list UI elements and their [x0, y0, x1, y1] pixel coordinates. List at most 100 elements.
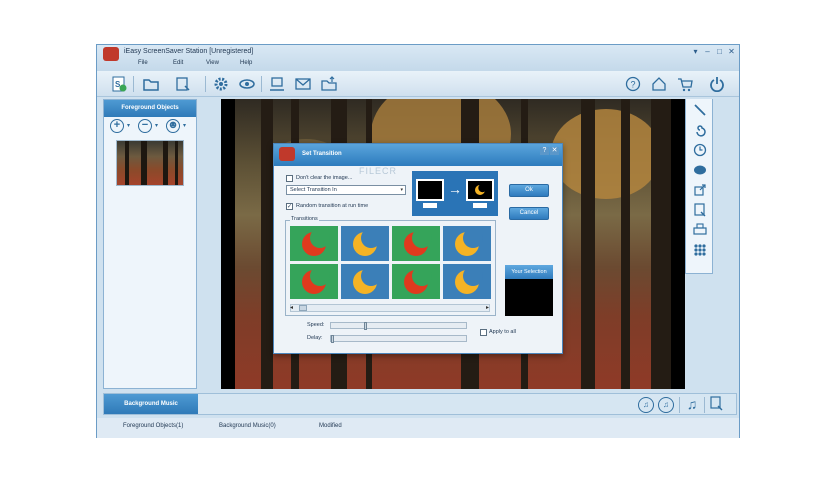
canvas-right-border — [671, 99, 685, 389]
home-icon[interactable] — [649, 74, 669, 94]
minimize-button[interactable]: – — [703, 47, 712, 56]
menu-help[interactable]: Help — [240, 60, 252, 66]
moon-icon — [404, 228, 432, 256]
title-bar: iEasy ScreenSaver Station [Unregistered]… — [97, 45, 739, 71]
save-frame-icon[interactable] — [691, 203, 709, 219]
music-note-icon[interactable]: ♫ — [684, 395, 700, 413]
moon-icon — [455, 266, 483, 294]
random-transition-checkbox[interactable]: ✓ — [286, 203, 293, 210]
email-icon[interactable] — [293, 74, 313, 94]
toolbar-separator — [133, 76, 134, 92]
music-add-icon[interactable]: ♫ — [638, 397, 654, 413]
chevron-down-icon[interactable]: ▾ — [127, 122, 130, 129]
dialog-title: Set Transition — [302, 151, 342, 157]
cancel-button[interactable]: Cancel — [509, 207, 549, 220]
foreground-objects-panel: Foreground Objects + ▾ − ▾ ☻ ▾ — [103, 99, 197, 389]
monitor-before-icon — [416, 179, 444, 201]
remove-object-icon[interactable]: − — [138, 119, 152, 133]
toolbar-separator — [704, 397, 705, 413]
delay-slider-thumb[interactable] — [331, 335, 334, 343]
close-button[interactable]: ✕ — [727, 47, 736, 56]
scrollbar-thumb[interactable] — [299, 305, 307, 311]
transition-preview: → — [412, 171, 498, 216]
speed-slider-thumb[interactable] — [364, 322, 367, 330]
chevron-down-icon[interactable]: ▾ — [155, 122, 158, 129]
transitions-scrollbar[interactable]: ◂ ▸ — [290, 304, 490, 312]
status-foreground-count: Foreground Objects(1) — [123, 423, 184, 429]
swirl-icon[interactable] — [691, 123, 709, 139]
apply-to-all-checkbox[interactable] — [480, 329, 487, 336]
apply-to-all-label: Apply to all — [489, 329, 516, 335]
foreground-tools: + ▾ − ▾ ☻ ▾ — [104, 117, 196, 135]
print-icon[interactable] — [691, 223, 709, 239]
transition-tile[interactable] — [392, 264, 440, 299]
monitor-after-icon — [466, 179, 494, 201]
transition-type-value: Select Transition In — [290, 187, 337, 193]
transition-tile[interactable] — [341, 226, 389, 261]
menu-edit[interactable]: Edit — [173, 60, 183, 66]
transition-tile[interactable] — [290, 226, 338, 261]
dont-clear-checkbox[interactable] — [286, 175, 293, 182]
status-music-count: Background Music(0) — [219, 423, 276, 429]
toolbar-separator — [261, 76, 262, 92]
delay-label: Delay: — [307, 335, 323, 341]
music-export-icon[interactable] — [709, 396, 725, 412]
open-folder-icon[interactable] — [141, 74, 161, 94]
power-icon[interactable] — [707, 74, 727, 94]
window-dropdown-button[interactable]: ▾ — [691, 47, 700, 56]
preview-eye-icon[interactable] — [237, 74, 257, 94]
save-icon[interactable] — [173, 74, 193, 94]
person-icon[interactable]: ☻ — [166, 119, 180, 133]
monitor-stand — [423, 203, 437, 208]
settings-gear-icon[interactable] — [211, 74, 231, 94]
music-remove-icon[interactable]: ♫ — [658, 397, 674, 413]
resize-icon[interactable] — [691, 183, 709, 199]
dont-clear-label: Don't clear the image... — [296, 175, 353, 181]
transition-tile[interactable] — [392, 226, 440, 261]
dialog-help-button[interactable]: ? — [540, 147, 549, 155]
dialog-title-bar: Set Transition ? ✕ — [274, 144, 562, 166]
transitions-group: Transitions ◂ ▸ — [285, 216, 496, 316]
random-transition-label: Random transition at run time — [296, 203, 369, 209]
set-transition-dialog: Set Transition ? ✕ FILECR Don't clear th… — [273, 143, 563, 354]
transition-tile[interactable] — [341, 264, 389, 299]
scroll-left-icon[interactable]: ◂ — [290, 304, 293, 311]
foreground-object-thumbnail[interactable] — [116, 140, 184, 186]
background-music-bar: Background Music ♫ ♫ ♫ — [103, 393, 737, 415]
maximize-button[interactable]: □ — [715, 47, 724, 56]
app-logo-icon — [279, 147, 295, 161]
your-selection-header: Your Selection — [505, 265, 553, 279]
add-object-icon[interactable]: + — [110, 119, 124, 133]
transition-type-select[interactable]: Select Transition In ▾ — [286, 185, 406, 195]
clock-icon[interactable] — [691, 143, 709, 159]
delay-slider[interactable] — [330, 335, 467, 343]
line-icon[interactable] — [691, 103, 709, 119]
speed-slider[interactable] — [330, 322, 467, 330]
grid-dots-icon[interactable] — [691, 243, 709, 259]
menu-view[interactable]: View — [206, 60, 219, 66]
speed-label: Speed: — [307, 322, 325, 328]
transition-tile[interactable] — [290, 264, 338, 299]
text-abc-icon[interactable] — [691, 163, 709, 179]
ok-button[interactable]: Ok — [509, 184, 549, 197]
publish-folder-icon[interactable] — [319, 74, 339, 94]
moon-icon — [455, 228, 483, 256]
your-selection-preview — [505, 279, 553, 316]
monitor-stand — [473, 203, 487, 208]
chevron-down-icon[interactable]: ▾ — [183, 122, 186, 129]
moon-icon — [302, 228, 330, 256]
background-music-header: Background Music — [104, 394, 198, 414]
transitions-label: Transitions — [290, 216, 319, 222]
help-icon[interactable]: ? — [623, 74, 643, 94]
status-bar: Foreground Objects(1) Background Music(0… — [97, 418, 739, 438]
scroll-right-icon[interactable]: ▸ — [486, 304, 489, 311]
transition-tile[interactable] — [443, 226, 491, 261]
menu-file[interactable]: File — [138, 60, 148, 66]
cart-icon[interactable] — [675, 74, 695, 94]
chevron-down-icon: ▾ — [400, 187, 403, 193]
new-project-icon[interactable]: S — [109, 74, 129, 94]
canvas-left-border — [221, 99, 235, 389]
build-export-icon[interactable] — [267, 74, 287, 94]
transition-tile[interactable] — [443, 264, 491, 299]
dialog-close-button[interactable]: ✕ — [550, 147, 559, 155]
